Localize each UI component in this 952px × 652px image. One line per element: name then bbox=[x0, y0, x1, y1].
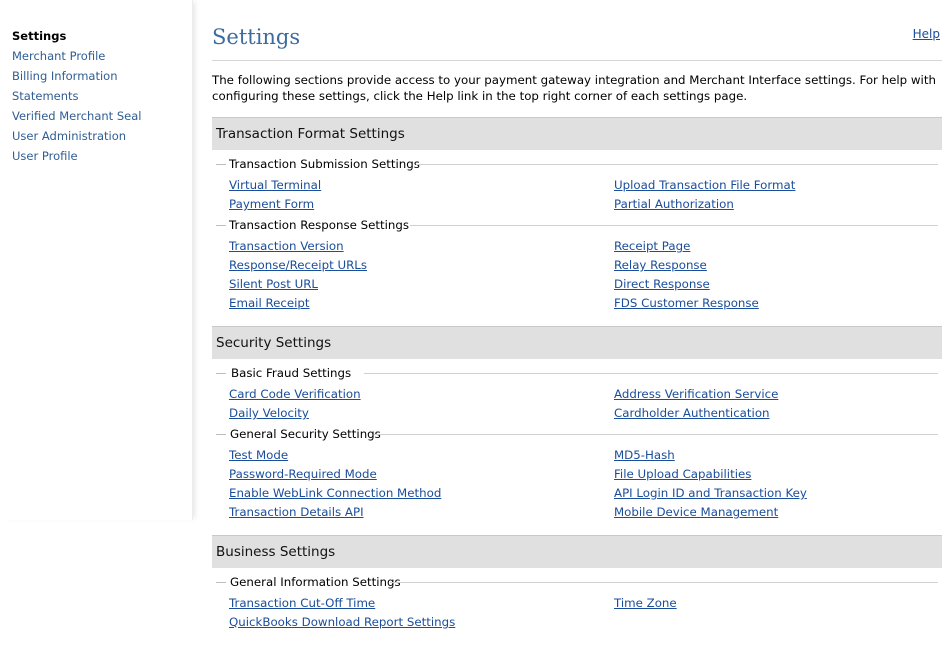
sidebar-item-merchant-profile[interactable]: Merchant Profile bbox=[12, 49, 192, 69]
link-response-receipt-urls[interactable]: Response/Receipt URLs bbox=[229, 258, 367, 272]
subsection-divider bbox=[216, 164, 226, 165]
sidebar-nav: Settings Merchant Profile Billing Inform… bbox=[0, 0, 192, 169]
link-test-mode[interactable]: Test Mode bbox=[229, 448, 288, 462]
link-silent-post-url[interactable]: Silent Post URL bbox=[229, 277, 318, 291]
link-virtual-terminal[interactable]: Virtual Terminal bbox=[229, 178, 321, 192]
link-row: Virtual Terminal Upload Transaction File… bbox=[212, 178, 942, 197]
intro-text: The following sections provide access to… bbox=[212, 73, 936, 103]
subsection-divider bbox=[390, 582, 938, 583]
sidebar-link-statements[interactable]: Statements bbox=[12, 89, 79, 103]
link-time-zone[interactable]: Time Zone bbox=[614, 596, 677, 610]
link-file-upload-capabilities[interactable]: File Upload Capabilities bbox=[614, 467, 751, 481]
left-sidebar: Settings Merchant Profile Billing Inform… bbox=[0, 0, 193, 520]
subsection-title-transaction-response: Transaction Response Settings bbox=[229, 218, 410, 232]
link-email-receipt[interactable]: Email Receipt bbox=[229, 296, 310, 310]
link-api-login-id-and-transaction-key[interactable]: API Login ID and Transaction Key bbox=[614, 486, 807, 500]
sidebar-link-user-administration[interactable]: User Administration bbox=[12, 129, 126, 143]
link-payment-form[interactable]: Payment Form bbox=[229, 197, 314, 211]
link-md5-hash[interactable]: MD5-Hash bbox=[614, 448, 675, 462]
link-daily-velocity[interactable]: Daily Velocity bbox=[229, 406, 309, 420]
subsection-divider bbox=[216, 582, 226, 583]
subsection-divider bbox=[216, 434, 226, 435]
sidebar-item-verified-merchant-seal[interactable]: Verified Merchant Seal bbox=[12, 109, 192, 129]
sidebar-link-merchant-profile[interactable]: Merchant Profile bbox=[12, 49, 105, 63]
sidebar-link-settings[interactable]: Settings bbox=[12, 29, 66, 43]
link-fds-customer-response[interactable]: FDS Customer Response bbox=[614, 296, 759, 310]
link-row: Transaction Version Receipt Page bbox=[212, 239, 942, 258]
links-transaction-response: Transaction Version Receipt Page Respons… bbox=[212, 239, 942, 315]
links-general-security: Test Mode MD5-Hash Password-Required Mod… bbox=[212, 448, 942, 524]
subsection-divider bbox=[216, 373, 226, 374]
link-row: Transaction Details API Mobile Device Ma… bbox=[212, 505, 942, 524]
sidebar-item-user-profile[interactable]: User Profile bbox=[12, 149, 192, 169]
page-title: Settings bbox=[212, 25, 301, 49]
link-row: QuickBooks Download Report Settings bbox=[212, 615, 942, 634]
link-row: Enable WebLink Connection Method API Log… bbox=[212, 486, 942, 505]
link-row: Payment Form Partial Authorization bbox=[212, 197, 942, 216]
links-general-information: Transaction Cut-Off Time Time Zone Quick… bbox=[212, 596, 942, 634]
link-quickbooks-download-report-settings[interactable]: QuickBooks Download Report Settings bbox=[229, 615, 455, 629]
link-row: Card Code Verification Address Verificat… bbox=[212, 387, 942, 406]
link-row: Password-Required Mode File Upload Capab… bbox=[212, 467, 942, 486]
title-divider bbox=[212, 60, 942, 61]
subsection-title-general-security: General Security Settings bbox=[230, 427, 381, 441]
sidebar-item-settings[interactable]: Settings bbox=[12, 29, 192, 49]
link-enable-weblink-connection-method[interactable]: Enable WebLink Connection Method bbox=[229, 486, 441, 500]
subsection-transaction-response: Transaction Response Settings bbox=[212, 218, 942, 232]
subsection-divider bbox=[416, 164, 938, 165]
sidebar-link-user-profile[interactable]: User Profile bbox=[12, 149, 78, 163]
link-transaction-cut-off-time[interactable]: Transaction Cut-Off Time bbox=[229, 596, 375, 610]
subsection-divider bbox=[216, 225, 226, 226]
subsection-divider bbox=[364, 373, 938, 374]
link-row: Email Receipt FDS Customer Response bbox=[212, 296, 942, 315]
sidebar-link-billing-information[interactable]: Billing Information bbox=[12, 69, 117, 83]
link-row: Response/Receipt URLs Relay Response bbox=[212, 258, 942, 277]
sidebar-item-user-administration[interactable]: User Administration bbox=[12, 129, 192, 149]
link-card-code-verification[interactable]: Card Code Verification bbox=[229, 387, 361, 401]
subsection-title-basic-fraud: Basic Fraud Settings bbox=[231, 366, 352, 380]
subsection-title-general-information: General Information Settings bbox=[230, 575, 401, 589]
subsection-transaction-submission: Transaction Submission Settings bbox=[212, 157, 942, 171]
subsection-divider bbox=[374, 434, 938, 435]
link-cardholder-authentication[interactable]: Cardholder Authentication bbox=[614, 406, 770, 420]
section-header-transaction-format: Transaction Format Settings bbox=[212, 117, 942, 150]
subsection-divider bbox=[410, 225, 938, 226]
sidebar-item-statements[interactable]: Statements bbox=[12, 89, 192, 109]
link-direct-response[interactable]: Direct Response bbox=[614, 277, 710, 291]
sidebar-item-billing-information[interactable]: Billing Information bbox=[12, 69, 192, 89]
link-upload-transaction-file-format[interactable]: Upload Transaction File Format bbox=[614, 178, 795, 192]
section-business: Business Settings General Information Se… bbox=[212, 535, 942, 634]
sidebar-link-verified-merchant-seal[interactable]: Verified Merchant Seal bbox=[12, 109, 141, 123]
section-header-security: Security Settings bbox=[212, 326, 942, 359]
link-row: Transaction Cut-Off Time Time Zone bbox=[212, 596, 942, 615]
link-mobile-device-management[interactable]: Mobile Device Management bbox=[614, 505, 778, 519]
subsection-general-information: General Information Settings bbox=[212, 575, 942, 589]
link-row: Daily Velocity Cardholder Authentication bbox=[212, 406, 942, 425]
section-security: Security Settings Basic Fraud Settings C… bbox=[212, 326, 942, 524]
link-row: Test Mode MD5-Hash bbox=[212, 448, 942, 467]
links-basic-fraud: Card Code Verification Address Verificat… bbox=[212, 387, 942, 425]
section-header-business: Business Settings bbox=[212, 535, 942, 568]
link-relay-response[interactable]: Relay Response bbox=[614, 258, 707, 272]
link-transaction-details-api[interactable]: Transaction Details API bbox=[229, 505, 364, 519]
subsection-general-security: General Security Settings bbox=[212, 427, 942, 441]
help-link[interactable]: Help bbox=[913, 27, 940, 41]
section-transaction-format: Transaction Format Settings Transaction … bbox=[212, 117, 942, 315]
link-password-required-mode[interactable]: Password-Required Mode bbox=[229, 467, 377, 481]
link-partial-authorization[interactable]: Partial Authorization bbox=[614, 197, 734, 211]
link-address-verification-service[interactable]: Address Verification Service bbox=[614, 387, 778, 401]
subsection-title-transaction-submission: Transaction Submission Settings bbox=[229, 157, 420, 171]
link-transaction-version[interactable]: Transaction Version bbox=[229, 239, 344, 253]
links-transaction-submission: Virtual Terminal Upload Transaction File… bbox=[212, 178, 942, 216]
subsection-basic-fraud: Basic Fraud Settings bbox=[212, 366, 942, 380]
link-row: Silent Post URL Direct Response bbox=[212, 277, 942, 296]
link-receipt-page[interactable]: Receipt Page bbox=[614, 239, 690, 253]
